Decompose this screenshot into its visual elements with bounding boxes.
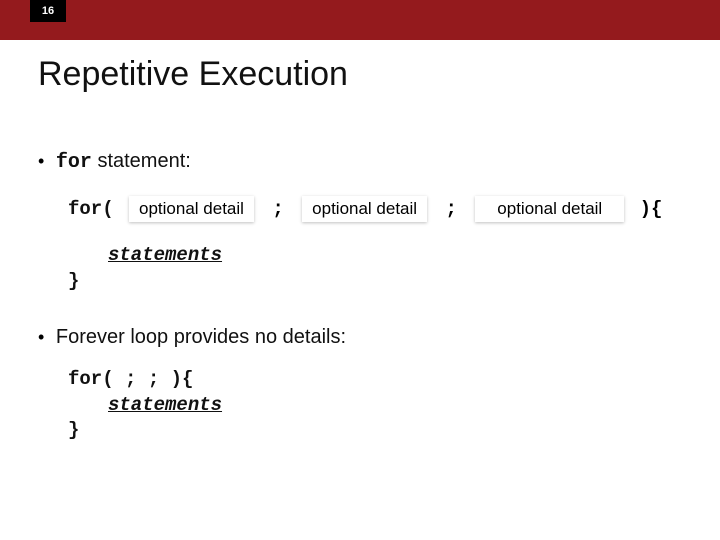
statements-placeholder-2: statements	[108, 393, 690, 419]
close-brace-2: }	[68, 418, 690, 444]
bullet-for-statement: • for statement:	[38, 150, 690, 174]
forever-code-block: for( ; ; ){ statements }	[68, 367, 690, 444]
for-syntax-line: for( optional detail ; optional detail ;…	[68, 196, 690, 222]
close-brace-1: }	[68, 270, 690, 292]
slide-body: • for statement: for( optional detail ; …	[38, 150, 690, 444]
bullet-dot-icon: •	[38, 151, 44, 172]
optional-detail-box-3: optional detail	[475, 196, 624, 222]
bullet-dot-icon: •	[38, 327, 44, 348]
for-open: for(	[68, 198, 114, 220]
page-number: 16	[30, 0, 66, 22]
bullet2-text: Forever loop provides no details:	[56, 326, 346, 348]
bullet-forever: • Forever loop provides no details:	[38, 326, 690, 349]
optional-detail-box-2: optional detail	[302, 196, 427, 222]
bullet1-rest: statement:	[92, 150, 191, 172]
slide-title: Repetitive Execution	[38, 55, 348, 94]
slide: 16 Repetitive Execution • for statement:…	[0, 0, 720, 540]
forever-line1: for( ; ; ){	[68, 367, 690, 393]
for-keyword-label: for	[56, 151, 92, 174]
statements-placeholder-1: statements	[108, 244, 690, 266]
for-open-brace: ){	[640, 198, 663, 220]
semicolon-2: ;	[442, 198, 459, 220]
header-bar	[0, 0, 720, 40]
semicolon-1: ;	[269, 198, 286, 220]
optional-detail-box-1: optional detail	[129, 196, 254, 222]
